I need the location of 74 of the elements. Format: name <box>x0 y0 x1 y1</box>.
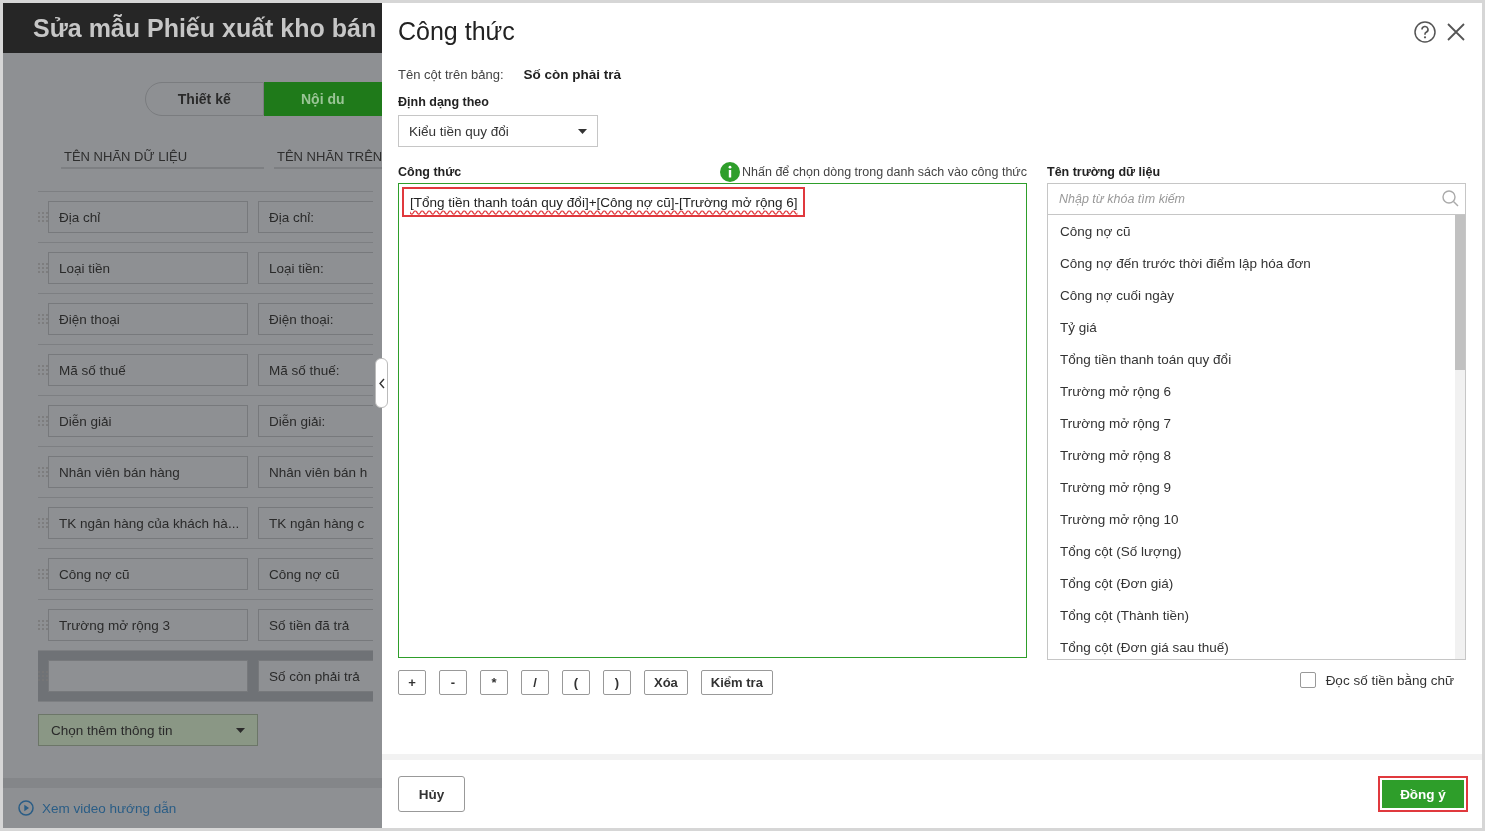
field-list-item[interactable]: Tổng tiền thanh toán quy đổi <box>1048 343 1455 375</box>
field-list-item[interactable]: Công nợ đến trước thời điểm lập hóa đơn <box>1048 247 1455 279</box>
fields-label: Tên trường dữ liệu <box>1047 165 1161 179</box>
caret-icon <box>578 128 587 134</box>
operator-button[interactable]: - <box>439 670 467 695</box>
column-name: Số còn phải trả <box>523 67 622 82</box>
formula-text: [Tổng tiền thanh toán quy đổi]+[Công nợ cũ]-[Trường mở rộng 6] <box>402 187 806 217</box>
play-icon[interactable] <box>18 800 34 816</box>
field-list-item[interactable]: Trường mở rộng 10 <box>1048 503 1455 535</box>
data-label-field[interactable]: Công nợ cũ <box>48 558 248 590</box>
operator-button[interactable]: ( <box>562 670 590 695</box>
print-label-field[interactable]: Số tiền đã trả <box>258 609 373 641</box>
field-list-item[interactable]: Tổng cột (Đơn giá) <box>1048 567 1455 599</box>
operator-button[interactable]: * <box>480 670 508 695</box>
data-label-field[interactable]: Diễn giải <box>48 405 248 437</box>
caret-icon <box>236 727 245 733</box>
print-label-field[interactable]: Số còn phải trả <box>258 660 373 692</box>
field-list-item[interactable]: Tỷ giá <box>1048 311 1455 343</box>
format-select[interactable]: Kiểu tiền quy đổi <box>398 115 598 147</box>
label-row[interactable]: Số còn phải trả <box>38 651 373 702</box>
data-label-field[interactable]: Loại tiền <box>48 252 248 284</box>
drag-handle-icon[interactable] <box>38 671 48 681</box>
field-list-item[interactable]: Công nợ cũ <box>1048 215 1455 247</box>
print-label-field[interactable]: Nhân viên bán h <box>258 456 373 488</box>
help-icon[interactable] <box>1414 20 1436 43</box>
operator-button[interactable]: / <box>521 670 549 695</box>
dialog-title: Công thức <box>398 17 515 46</box>
print-label-field[interactable]: Công nợ cũ <box>258 558 373 590</box>
ok-button[interactable]: Đồng ý <box>1378 776 1468 812</box>
hint-text: Nhấn để chọn dòng trong danh sách vào công thức <box>742 165 1027 179</box>
cancel-button[interactable]: Hủy <box>398 776 465 812</box>
field-list-item[interactable]: Trường mở rộng 8 <box>1048 439 1455 471</box>
info-icon <box>720 162 741 182</box>
print-label-field[interactable]: TK ngân hàng c <box>258 507 373 539</box>
check-button[interactable]: Kiểm tra <box>700 670 773 695</box>
checkbox[interactable] <box>1299 672 1316 688</box>
operator-button[interactable]: + <box>398 670 426 695</box>
search-icon[interactable] <box>1442 190 1459 207</box>
data-label-field[interactable]: TK ngân hàng của khách hà... <box>48 507 248 539</box>
column-header: TÊN NHÃN DỮ LIỆU <box>61 149 264 169</box>
page-title: Sửa mẫu Phiếu xuất kho bán <box>33 13 377 43</box>
formula-field[interactable]: [Tổng tiền thanh toán quy đổi]+[Công nợ cũ]-[Trường mở rộng 6] <box>398 183 1027 658</box>
close-icon[interactable] <box>1446 21 1466 42</box>
column-name-label: Tên cột trên bảng: <box>398 67 504 82</box>
formula-label: Công thức <box>398 165 462 179</box>
print-label-field[interactable]: Điện thoại: <box>258 303 373 335</box>
print-label-field[interactable]: Diễn giải: <box>258 405 373 437</box>
data-label-field[interactable] <box>48 660 248 692</box>
data-label-field[interactable]: Địa chỉ <box>48 201 248 233</box>
field-list-item[interactable]: Trường mở rộng 6 <box>1048 375 1455 407</box>
field-list-item[interactable]: Tổng cột (Thành tiền) <box>1048 599 1455 631</box>
tab[interactable]: Thiết kế <box>145 82 264 116</box>
print-label-field[interactable]: Địa chỉ: <box>258 201 373 233</box>
data-label-field[interactable]: Nhân viên bán hàng <box>48 456 248 488</box>
clear-button[interactable]: Xóa <box>644 670 688 695</box>
print-label-field[interactable]: Loại tiền: <box>258 252 373 284</box>
checkbox-label: Đọc số tiền bằng chữ <box>1325 672 1454 688</box>
field-list-item[interactable]: Tổng cột (Số lượng) <box>1048 535 1455 567</box>
scrollbar[interactable] <box>1455 215 1465 659</box>
tab[interactable]: Nội du <box>263 82 382 116</box>
field-list-item[interactable]: Công nợ cuối ngày <box>1048 279 1455 311</box>
field-list-item[interactable]: Tổng cột (Đơn giá sau thuế) <box>1048 631 1455 659</box>
data-label-field[interactable]: Trường mở rộng 3 <box>48 609 248 641</box>
chevron-left-icon <box>378 377 385 389</box>
data-label-field[interactable]: Điện thoại <box>48 303 248 335</box>
format-label: Định dạng theo <box>398 95 489 109</box>
print-label-field[interactable]: Mã số thuế: <box>258 354 373 386</box>
add-info-dropdown[interactable]: Chọn thêm thông tin <box>38 714 258 746</box>
field-list-item[interactable]: Trường mở rộng 9 <box>1048 471 1455 503</box>
operator-button[interactable]: ) <box>603 670 631 695</box>
field-list-item[interactable]: Trường mở rộng 7 <box>1048 407 1455 439</box>
data-label-field[interactable]: Mã số thuế <box>48 354 248 386</box>
search-field[interactable]: Nhập từ khóa tìm kiếm <box>1047 183 1466 215</box>
collapse-handle[interactable] <box>375 358 388 408</box>
